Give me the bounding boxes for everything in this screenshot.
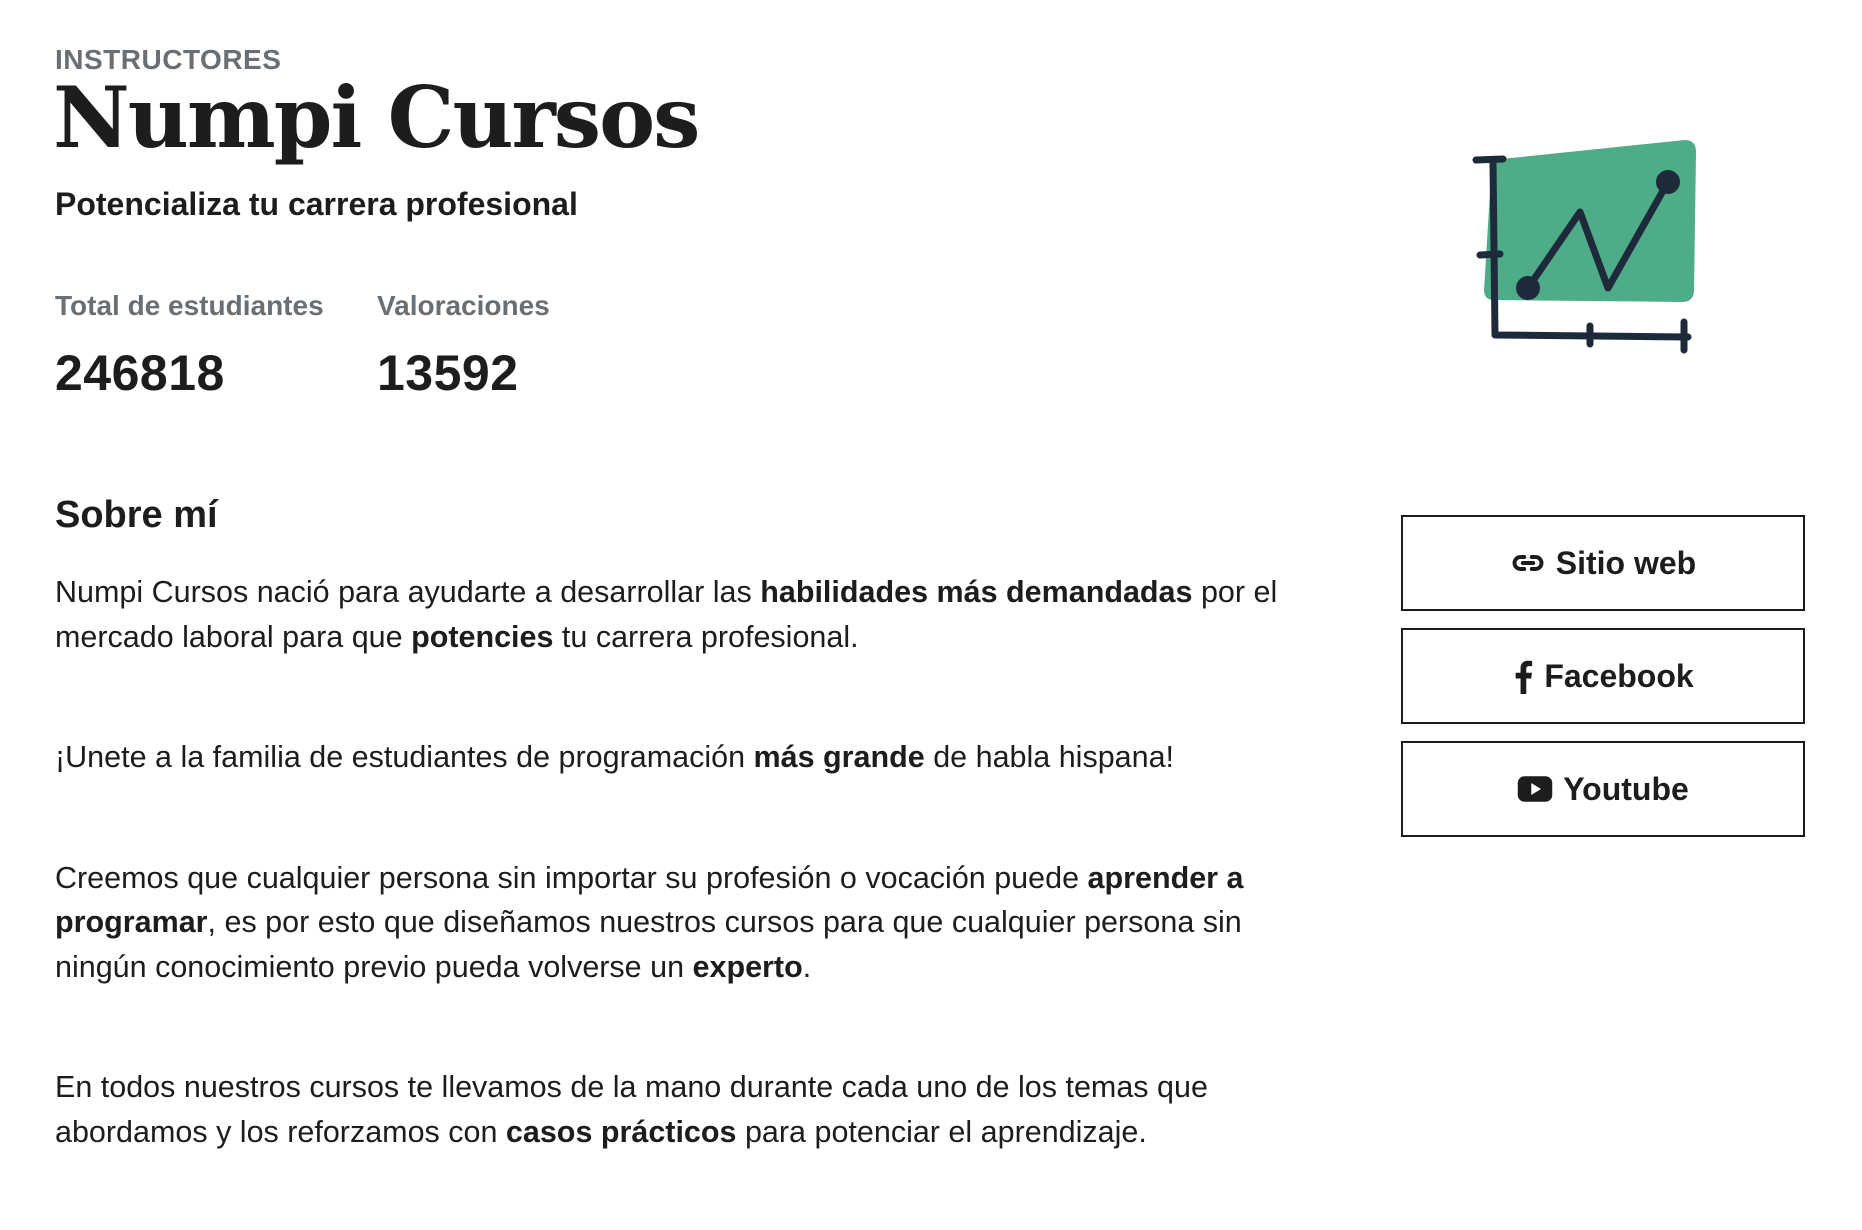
chart-line-icon [1472,140,1696,354]
about-bio: Numpi Cursos nació para ayudarte a desar… [55,570,1285,1230]
facebook-button[interactable]: Facebook [1401,628,1805,724]
youtube-button[interactable]: Youtube [1401,741,1805,837]
stat-ratings: Valoraciones 13592 [377,290,550,402]
website-button[interactable]: Sitio web [1401,515,1805,611]
facebook-label: Facebook [1544,657,1694,694]
about-title: Sobre mí [55,494,218,536]
social-links: Sitio web Facebook Youtube [1401,515,1805,854]
instructor-headline: Potencializa tu carrera profesional [55,186,578,222]
stat-value: 246818 [55,345,225,401]
bio-paragraph: ¡Unete a la familia de estudiantes de pr… [55,740,1175,774]
link-icon [1510,545,1546,581]
bio-paragraph: En todos nuestros cursos te llevamos de … [55,1070,1208,1149]
stat-total-students: Total de estudiantes 246818 [55,290,324,402]
stat-label: Total de estudiantes [55,290,324,321]
instructor-avatar [1470,130,1720,360]
stat-label: Valoraciones [377,290,550,321]
stat-value: 13592 [377,345,519,401]
facebook-icon [1512,658,1534,694]
bio-paragraph: Numpi Cursos nació para ayudarte a desar… [55,575,1278,654]
youtube-icon [1517,775,1553,803]
youtube-label: Youtube [1563,770,1689,807]
bio-paragraph: Creemos que cualquier persona sin import… [55,860,1244,984]
website-label: Sitio web [1555,544,1697,581]
instructor-name: Numpi Cursos [53,68,700,167]
